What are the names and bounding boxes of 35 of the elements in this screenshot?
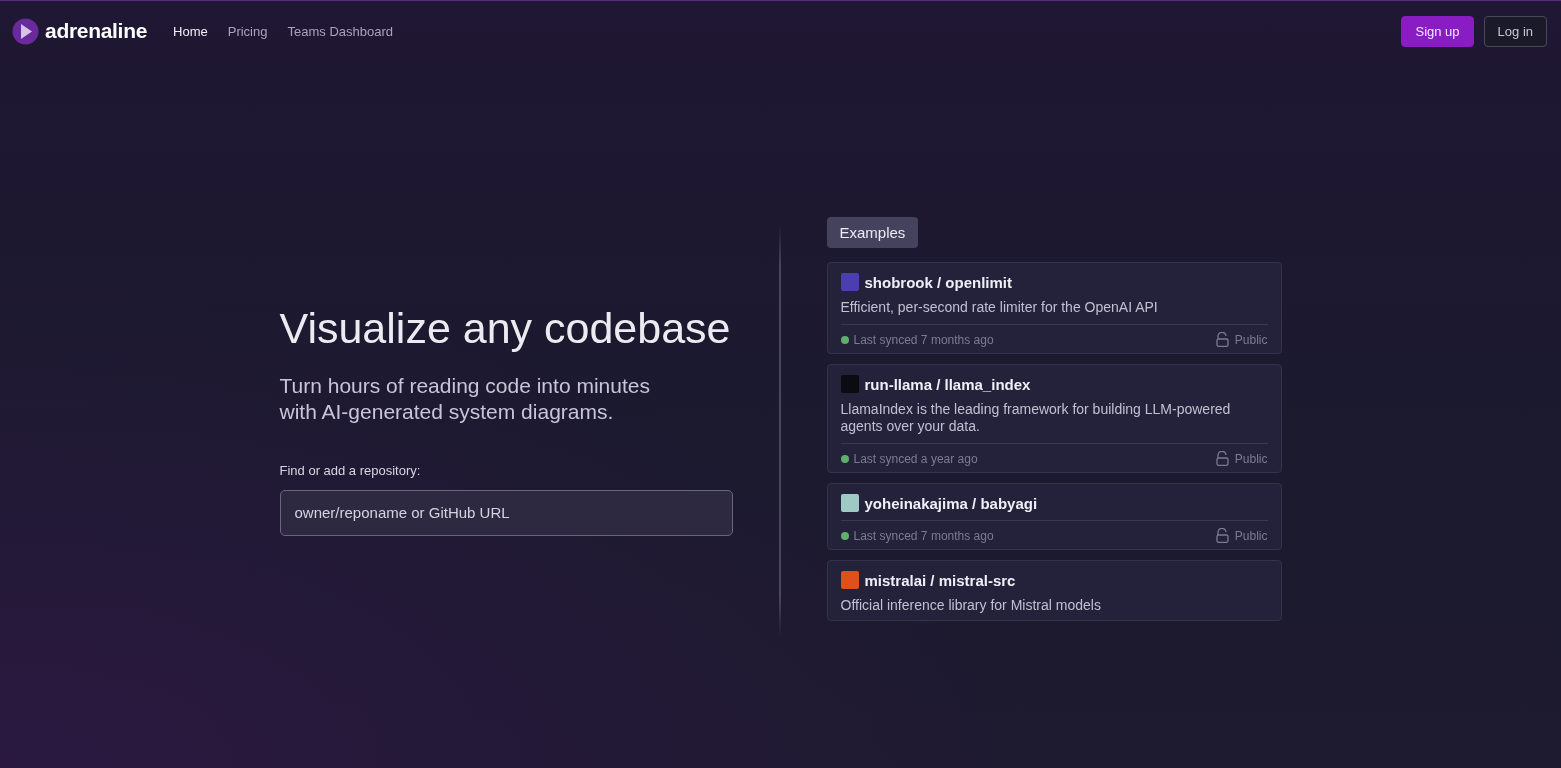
visibility-label: Public [1234,451,1268,466]
hero-title: Visualize any codebase [279,303,732,353]
repo-card[interactable]: yoheinakajima / babyagi Last synced 7 months ago Public [826,483,1282,550]
repo-description: Efficient, per-second rate limiter for the OpenAI API [840,299,1159,316]
sync-time: Last synced 7 months ago [853,528,994,543]
visibility-label: Public [1234,332,1268,347]
repo-name: run-llama / llama_index [864,375,1031,393]
repo-card[interactable]: mistralai / mistral-src Official inference library for Mistral models [826,560,1282,621]
status-dot [840,454,849,463]
repo-description: LlamaIndex is the leading framework for building LLM-powered agents over your data. [840,401,1232,435]
padlock-icon [1215,451,1229,466]
hero-subtitle: Turn hours of reading code into minutes with AI-generated system diagrams. [279,372,651,425]
nav-link[interactable]: Home [173,23,208,39]
status-dot [840,335,849,344]
sync-time: Last synced 7 months ago [853,332,994,347]
repository-input-field[interactable]: owner/reponame or GitHub URL [279,489,733,536]
logo-icon [12,17,39,45]
repo-description: Official inference library for Mistral models [840,597,1102,614]
nav-link[interactable]: Pricing [227,23,268,39]
repo-name: mistralai / mistral-src [864,571,1016,589]
repo-name: yoheinakajima / babyagi [864,494,1038,512]
status-dot [840,531,849,540]
repo-card[interactable]: run-llama / llama_index LlamaIndex is the leading framework for building LLM-powered agents over your data. Last synced a year ago Public [826,364,1282,473]
padlock-icon [1215,332,1229,347]
padlock-icon [1215,528,1229,543]
brand-name: adrenaline [45,19,148,43]
login-button[interactable]: Log in [1483,15,1547,47]
sync-time: Last synced a year ago [853,451,978,466]
examples-label: Examples [826,217,919,248]
nav-link[interactable]: Teams Dashboard [287,23,393,39]
signup-button[interactable]: Sign up [1401,15,1474,47]
visibility-label: Public [1234,528,1268,543]
field-label: Find or add a repository: [279,462,422,478]
repo-card[interactable]: shobrook / openlimit Efficient, per-second rate limiter for the OpenAI API Last synced 7 months ago Public [826,262,1282,354]
repo-name: shobrook / openlimit [864,273,1012,291]
